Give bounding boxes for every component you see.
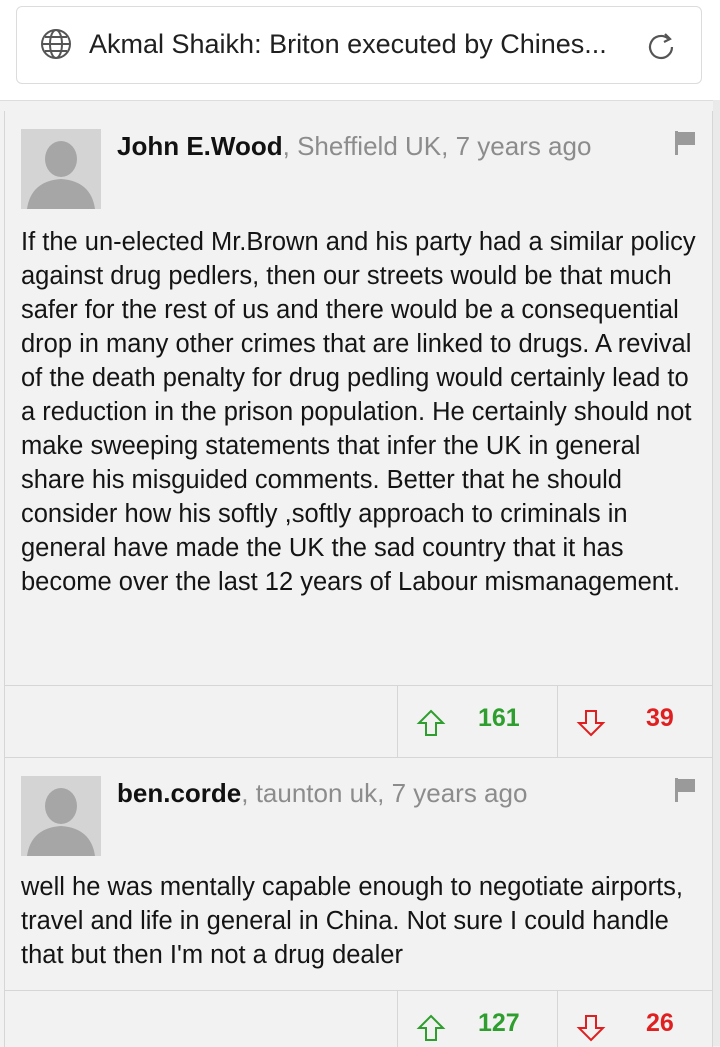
downvote-button[interactable]: 26 xyxy=(557,991,712,1047)
comment-meta: , taunton uk, 7 years ago xyxy=(241,778,528,808)
upvote-button[interactable]: 161 xyxy=(397,686,557,758)
flag-icon[interactable] xyxy=(674,778,696,802)
downvote-count: 26 xyxy=(646,1009,674,1037)
vote-bar: 161 39 xyxy=(5,685,712,758)
comment-header: ben.corde, taunton uk, 7 years ago xyxy=(117,778,527,809)
comment-body: If the un-elected Mr.Brown and his party… xyxy=(21,228,696,596)
comment-meta: , Sheffield UK, 7 years ago xyxy=(282,131,592,161)
page-title: Akmal Shaikh: Briton executed by Chines.… xyxy=(89,29,607,59)
upvote-button[interactable]: 127 xyxy=(397,991,557,1047)
comment-author[interactable]: John E.Wood xyxy=(117,131,283,161)
avatar[interactable] xyxy=(21,776,101,856)
arrow-up-icon xyxy=(416,709,446,736)
vote-bar: 127 26 xyxy=(5,990,712,1047)
reload-icon[interactable] xyxy=(643,29,679,65)
comment-card: John E.Wood, Sheffield UK, 7 years ago I… xyxy=(4,111,713,758)
downvote-button[interactable]: 39 xyxy=(557,686,712,758)
address-bar[interactable]: Akmal Shaikh: Briton executed by Chines.… xyxy=(16,6,702,84)
top-bar: Akmal Shaikh: Briton executed by Chines.… xyxy=(0,0,720,100)
comment-author[interactable]: ben.corde xyxy=(117,778,241,808)
comment-feed[interactable]: John E.Wood, Sheffield UK, 7 years ago I… xyxy=(0,100,720,1047)
arrow-down-icon xyxy=(576,1015,606,1042)
comment-card: ben.corde, taunton uk, 7 years ago well … xyxy=(4,758,713,1047)
comment-header: John E.Wood, Sheffield UK, 7 years ago xyxy=(117,131,591,162)
upvote-count: 127 xyxy=(478,1009,520,1037)
globe-icon xyxy=(41,29,71,59)
avatar[interactable] xyxy=(21,129,101,209)
comment-body: well he was mentally capable enough to n… xyxy=(21,873,683,969)
downvote-count: 39 xyxy=(646,704,674,732)
user-silhouette-icon xyxy=(21,776,101,856)
scrollbar[interactable] xyxy=(713,100,720,1046)
flag-icon[interactable] xyxy=(674,131,696,155)
arrow-down-icon xyxy=(576,710,606,737)
upvote-count: 161 xyxy=(478,704,520,732)
user-silhouette-icon xyxy=(21,129,101,209)
arrow-up-icon xyxy=(416,1014,446,1041)
